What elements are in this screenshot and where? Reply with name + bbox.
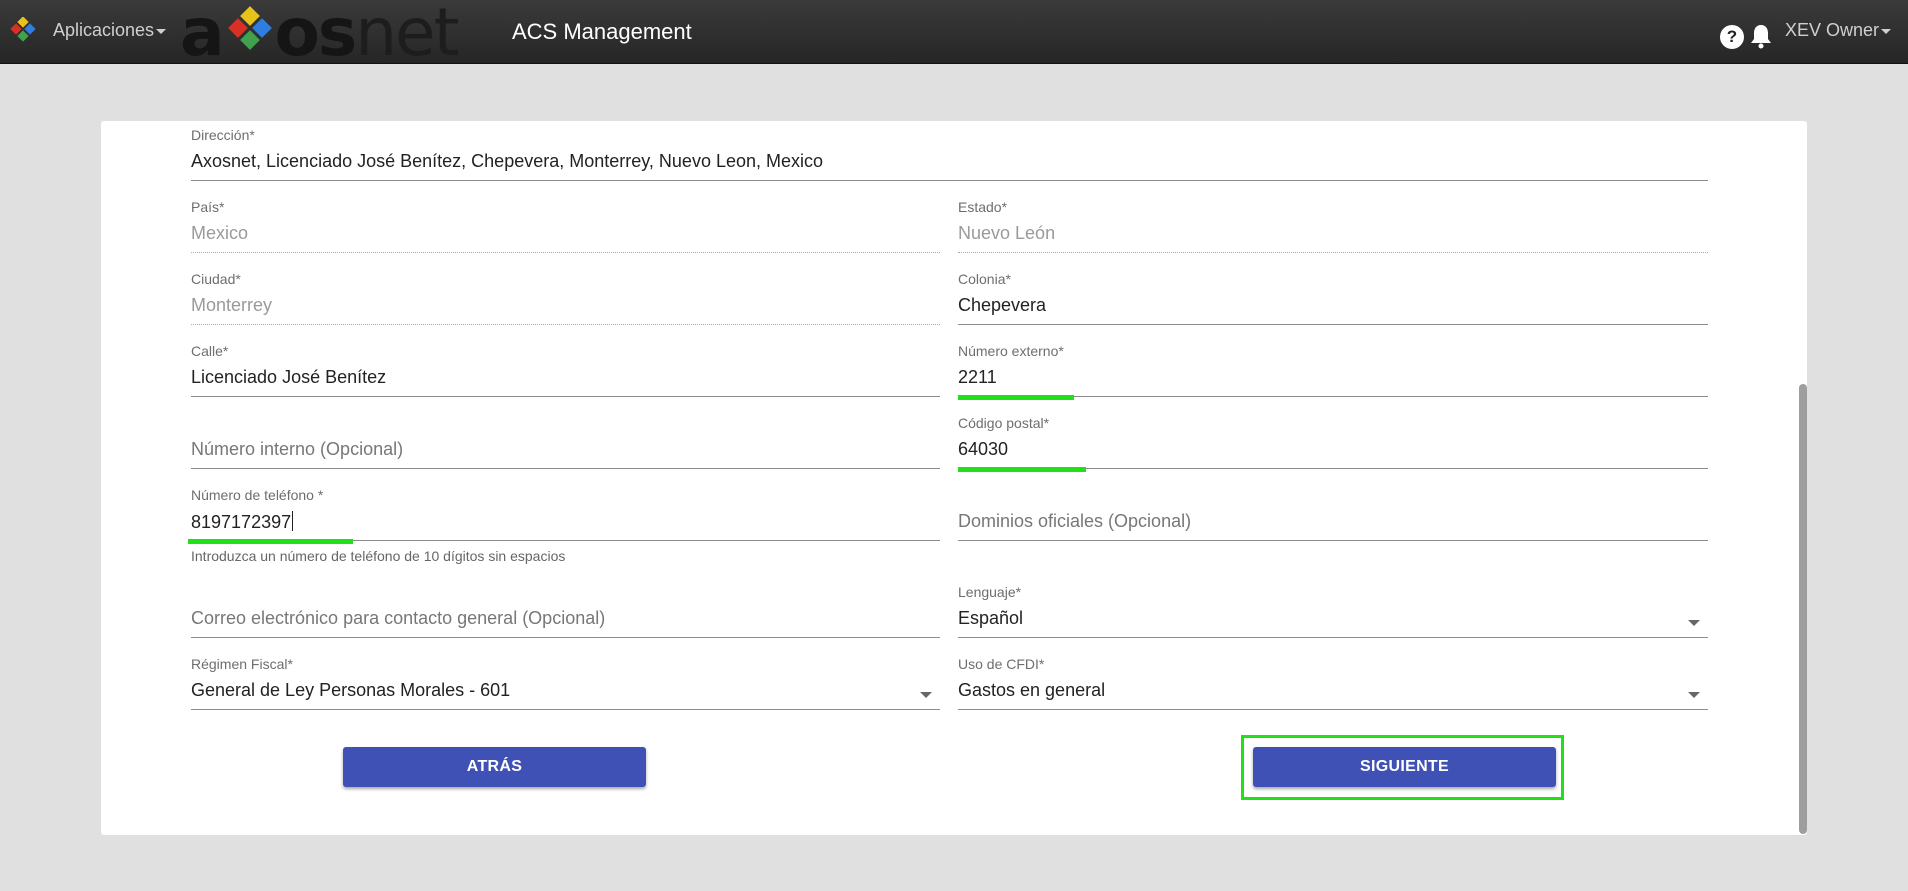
brand-prefix: a	[180, 0, 225, 71]
country-field: País* Mexico	[191, 193, 940, 253]
postal-code-field[interactable]: Código postal* 64030	[958, 409, 1708, 472]
external-number-label: Número externo*	[958, 343, 1064, 359]
language-select[interactable]: Lenguaje* Español	[958, 578, 1708, 638]
annotation-underline	[958, 467, 1086, 472]
brand-mid: os	[274, 0, 358, 71]
field-underline	[958, 252, 1708, 253]
external-number-value: 2211	[958, 367, 997, 387]
field-underline	[191, 637, 940, 638]
state-value: Nuevo León	[958, 223, 1056, 243]
field-underline	[191, 252, 940, 253]
official-domains-placeholder: Dominios oficiales (Opcional)	[958, 511, 1192, 531]
contact-email-placeholder: Correo electrónico para contacto general…	[191, 608, 606, 628]
field-underline	[191, 468, 940, 469]
field-underline	[958, 709, 1708, 710]
phone-value: 8197172397	[191, 511, 294, 533]
street-label: Calle*	[191, 343, 229, 359]
neighborhood-value: Chepevera	[958, 295, 1047, 315]
notification-bell-icon[interactable]	[1749, 23, 1773, 49]
contact-email-field[interactable]: Correo electrónico para contacto general…	[191, 578, 940, 638]
field-underline	[191, 324, 940, 325]
city-value: Monterrey	[191, 295, 273, 315]
applications-menu[interactable]: Aplicaciones	[53, 20, 167, 41]
phone-hint: Introduzca un número de teléfono de 10 d…	[191, 548, 566, 564]
street-value: Licenciado José Benítez	[191, 367, 387, 387]
annotation-underline	[958, 395, 1074, 400]
app-title: ACS Management	[512, 19, 692, 44]
top-app-bar: Aplicaciones a osnet ACS Management ? XEV…	[0, 0, 1908, 71]
field-underline	[191, 709, 940, 710]
field-underline	[958, 540, 1708, 541]
brand-logo: a osnet	[180, 0, 480, 71]
cfdi-use-select[interactable]: Uso de CFDI* Gastos en general	[958, 650, 1708, 710]
street-field[interactable]: Calle* Licenciado José Benítez	[191, 337, 940, 397]
phone-field[interactable]: Número de teléfono * 8197172397	[188, 481, 940, 544]
field-underline	[958, 324, 1708, 325]
phone-label: Número de teléfono *	[191, 487, 324, 503]
dropdown-arrow-icon	[1688, 620, 1700, 626]
internal-number-placeholder: Número interno (Opcional)	[191, 439, 404, 459]
chevron-down-icon	[1881, 28, 1892, 34]
address-field[interactable]: Dirección* Axosnet, Licenciado José Bení…	[191, 121, 1708, 181]
brand-mark-icon	[228, 6, 272, 50]
postal-code-value: 64030	[958, 439, 1009, 459]
address-value: Axosnet, Licenciado José Benítez, Chepev…	[191, 151, 824, 171]
user-menu[interactable]: XEV Owner	[1785, 20, 1892, 41]
city-field: Ciudad* Monterrey	[191, 265, 940, 325]
help-icon[interactable]: ?	[1720, 25, 1744, 49]
official-domains-field[interactable]: Dominios oficiales (Opcional)	[958, 481, 1708, 541]
state-label: Estado*	[958, 199, 1008, 215]
neighborhood-field[interactable]: Colonia* Chepevera	[958, 265, 1708, 325]
tax-regime-value: General de Ley Personas Morales - 601	[191, 680, 511, 700]
phone-value-text: 8197172397	[191, 512, 292, 532]
tax-regime-label: Régimen Fiscal*	[191, 656, 293, 672]
dropdown-arrow-icon	[920, 692, 932, 698]
address-label: Dirección*	[191, 127, 255, 143]
cfdi-use-value: Gastos en general	[958, 680, 1106, 700]
tax-regime-select[interactable]: Régimen Fiscal* General de Ley Personas …	[191, 650, 940, 710]
annotation-underline	[188, 539, 353, 544]
neighborhood-label: Colonia*	[958, 271, 1011, 287]
chevron-down-icon	[156, 28, 167, 34]
brand-suffix: net	[355, 0, 459, 71]
text-cursor	[292, 511, 294, 531]
country-value: Mexico	[191, 223, 249, 243]
city-label: Ciudad*	[191, 271, 241, 287]
internal-number-field[interactable]: Número interno (Opcional)	[191, 409, 940, 469]
user-menu-label: XEV Owner	[1785, 20, 1880, 40]
language-label: Lenguaje*	[958, 584, 1022, 600]
field-underline	[191, 396, 940, 397]
field-underline	[191, 180, 1708, 181]
applications-menu-label: Aplicaciones	[53, 20, 155, 40]
country-label: País*	[191, 199, 225, 215]
state-field: Estado* Nuevo León	[958, 193, 1708, 253]
field-underline	[958, 637, 1708, 638]
dropdown-arrow-icon	[1688, 692, 1700, 698]
back-button[interactable]: ATRÁS	[343, 747, 646, 787]
postal-code-label: Código postal*	[958, 415, 1050, 431]
cfdi-use-label: Uso de CFDI*	[958, 656, 1045, 672]
apps-logo-icon[interactable]	[10, 17, 36, 43]
brand-wordmark: a osnet	[180, 0, 460, 71]
language-value: Español	[958, 608, 1024, 628]
next-button[interactable]: SIGUIENTE	[1253, 747, 1556, 787]
scrollbar-thumb[interactable]	[1799, 384, 1807, 834]
external-number-field[interactable]: Número externo* 2211	[958, 337, 1708, 400]
